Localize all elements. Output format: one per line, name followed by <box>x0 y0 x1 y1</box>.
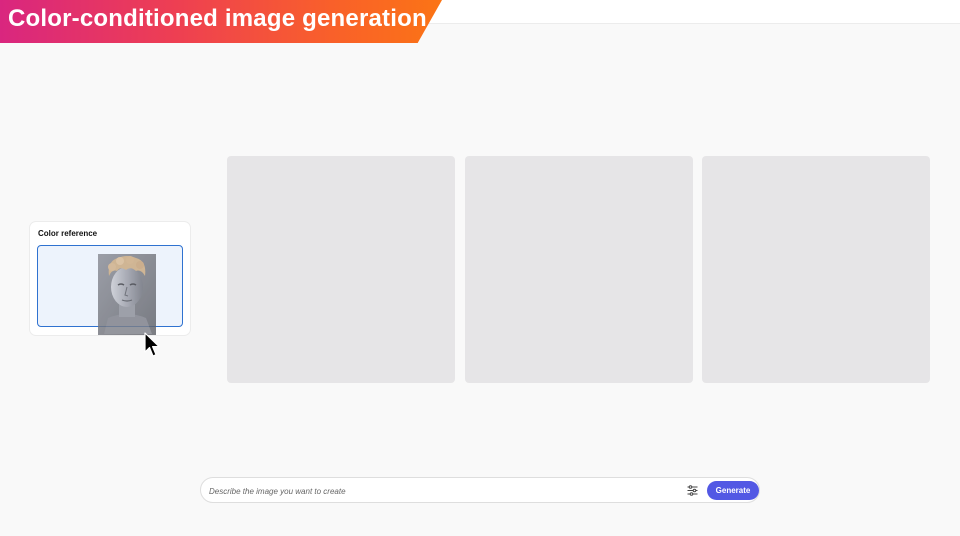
dragged-reference-image[interactable] <box>98 254 156 335</box>
banner-title: Color-conditioned image generation <box>8 5 427 32</box>
result-tile-2[interactable] <box>465 156 693 383</box>
prompt-input[interactable] <box>209 481 679 501</box>
result-tile-3[interactable] <box>702 156 930 383</box>
result-tile-1[interactable] <box>227 156 455 383</box>
sliders-icon[interactable] <box>687 485 698 496</box>
title-banner: Color-conditioned image generation <box>0 0 442 43</box>
color-reference-title: Color reference <box>38 229 98 238</box>
generate-button[interactable]: Generate <box>707 481 759 500</box>
mouse-pointer-icon <box>144 332 160 357</box>
prompt-bar: Generate <box>200 477 760 503</box>
